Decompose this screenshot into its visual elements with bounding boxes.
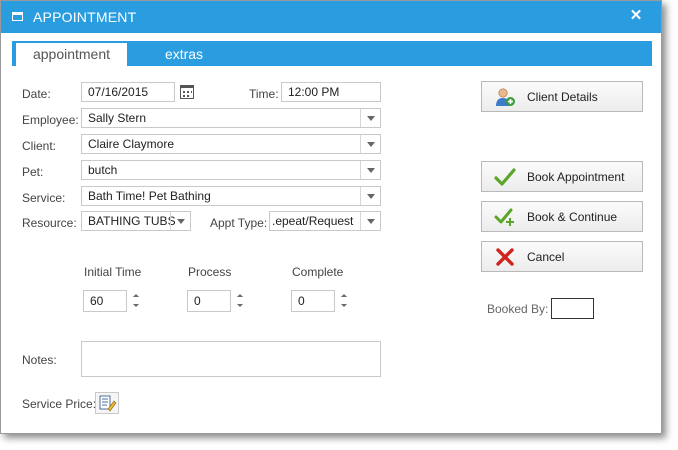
employee-label: Employee: [22,113,79,127]
red-x-icon [494,247,516,267]
window-icon [12,12,23,21]
cancel-label: Cancel [527,250,565,264]
service-price-label: Service Price: [22,397,97,411]
chevron-down-icon[interactable] [360,187,380,205]
appointment-window: APPOINTMENT ✕ appointment extras Date: 0… [0,0,662,434]
service-select[interactable]: Bath Time! Pet Bathing [81,186,381,206]
calendar-icon[interactable] [180,85,194,99]
process-input[interactable]: 0 [187,290,231,312]
client-details-label: Client Details [527,90,598,104]
book-continue-label: Book & Continue [527,210,618,224]
pet-value: butch [88,163,118,177]
initial-time-stepper[interactable] [132,290,140,312]
user-add-icon [494,87,516,107]
chevron-down-icon[interactable] [360,212,380,230]
chevron-down-icon[interactable] [360,109,380,127]
window-title: APPOINTMENT [33,9,137,25]
title-bar: APPOINTMENT ✕ [1,1,661,33]
book-appointment-label: Book Appointment [527,170,625,184]
cancel-button[interactable]: Cancel [481,241,643,272]
date-label: Date: [22,87,51,101]
pet-select[interactable]: butch [81,160,381,180]
initial-time-label: Initial Time [84,265,142,279]
process-label: Process [188,265,232,279]
pet-label: Pet: [22,165,44,179]
service-value: Bath Time! Pet Bathing [88,189,211,203]
resource-value: BATHING TUBS [88,214,176,228]
complete-input[interactable]: 0 [291,290,335,312]
employee-value: Sally Stern [88,111,147,125]
close-button[interactable]: ✕ [627,7,645,25]
complete-label: Complete [292,265,344,279]
client-value: Claire Claymore [88,137,175,151]
initial-time-input[interactable]: 60 [83,290,127,312]
tab-extras[interactable]: extras [134,43,234,66]
service-label: Service: [22,191,66,205]
resource-label: Resource: [22,216,77,230]
process-stepper[interactable] [236,290,244,312]
client-label: Client: [22,139,57,153]
book-appointment-button[interactable]: Book Appointment [481,161,643,192]
appt-type-select[interactable]: .epeat/Request [269,211,381,231]
chevron-down-icon[interactable] [360,161,380,179]
client-details-button[interactable]: Client Details [481,81,643,112]
checkmark-plus-icon [494,207,516,227]
checkmark-icon [494,167,516,187]
booked-by-field[interactable] [551,298,594,319]
chevron-down-icon[interactable] [170,212,190,230]
employee-select[interactable]: Sally Stern [81,108,381,128]
time-label: Time: [249,87,279,101]
edit-list-icon[interactable] [95,392,119,414]
tab-appointment[interactable]: appointment [16,43,127,66]
notes-field[interactable] [81,341,381,377]
book-continue-button[interactable]: Book & Continue [481,201,643,232]
resource-select[interactable]: BATHING TUBS [81,211,191,231]
time-field[interactable]: 12:00 PM [281,82,381,102]
client-select[interactable]: Claire Claymore [81,134,381,154]
date-field[interactable]: 07/16/2015 [81,82,175,102]
notes-label: Notes: [22,353,57,367]
appt-type-label: Appt Type: [210,216,268,230]
booked-by-label: Booked By: [487,302,549,316]
complete-stepper[interactable] [340,290,348,312]
appt-type-value: .epeat/Request [272,214,354,228]
tab-strip: appointment extras [12,41,652,66]
chevron-down-icon[interactable] [360,135,380,153]
